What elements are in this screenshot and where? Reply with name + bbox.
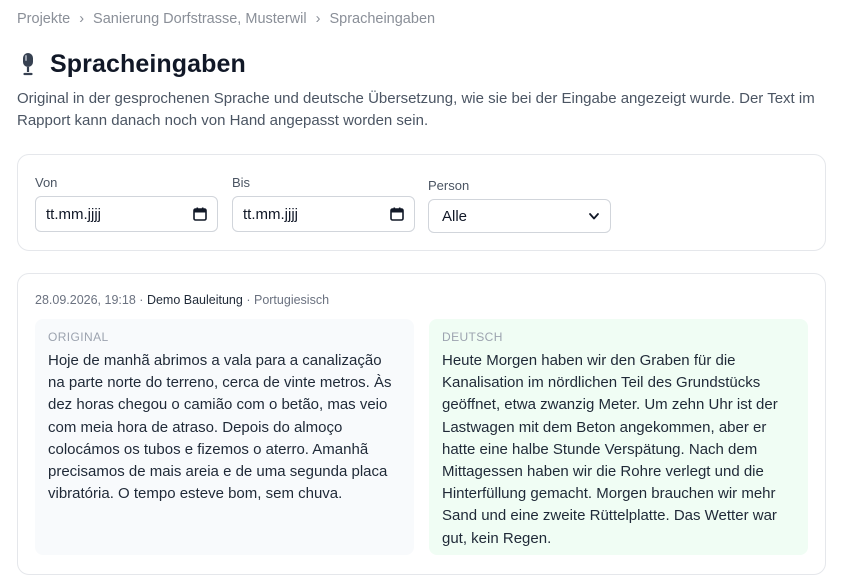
- entry-person: Demo Bauleitung: [146, 293, 243, 307]
- from-date-input[interactable]: tt.mm.jjjj: [35, 196, 218, 232]
- original-label: ORIGINAL: [48, 330, 109, 344]
- from-date-value: tt.mm.jjjj: [46, 205, 101, 223]
- breadcrumb: Projekte › Sanierung Dorfstrasse, Muster…: [17, 11, 435, 27]
- entry-timestamp: 28.09.2026, 19:18: [35, 293, 136, 307]
- entry-meta: 28.09.2026, 19:18 · Demo Bauleitung · Po…: [35, 293, 329, 307]
- meta-separator: ·: [139, 293, 144, 307]
- breadcrumb-project-link[interactable]: Sanierung Dorfstrasse, Musterwil: [93, 11, 307, 27]
- page-intro: Original in der gesprochenen Sprache und…: [17, 90, 815, 129]
- person-field: Person: [428, 178, 469, 193]
- person-select[interactable]: Alle: [428, 199, 611, 233]
- person-label: Person: [428, 178, 470, 193]
- translation-label: DEUTSCH: [442, 330, 503, 344]
- from-date-label: Von: [35, 175, 58, 190]
- page-title: Spracheingaben: [50, 50, 246, 78]
- breadcrumb-projects-link[interactable]: Projekte: [17, 11, 70, 27]
- to-date-value: tt.mm.jjjj: [243, 205, 298, 223]
- microphone-icon: [23, 52, 33, 75]
- to-date-label: Bis: [232, 175, 251, 190]
- voice-entry-card: 28.09.2026, 19:18 · Demo Bauleitung · Po…: [17, 273, 826, 575]
- from-date-field: Von: [35, 175, 57, 190]
- original-text: Hoje de manhã abrimos a vala para a cana…: [48, 352, 392, 503]
- to-date-field: Bis: [232, 175, 250, 190]
- page-header: Spracheingaben: [18, 50, 246, 79]
- person-select-value: Alle: [442, 207, 468, 225]
- breadcrumb-separator: ›: [315, 11, 321, 27]
- translation-panel: DEUTSCH Heute Morgen haben wir den Grabe…: [429, 319, 808, 555]
- to-date-input[interactable]: tt.mm.jjjj: [232, 196, 415, 232]
- calendar-icon[interactable]: [390, 207, 404, 221]
- breadcrumb-current: Spracheingaben: [329, 11, 436, 27]
- filter-card: Von tt.mm.jjjj Bis tt.mm.jjjj Person All…: [17, 154, 826, 251]
- meta-separator: ·: [246, 293, 251, 307]
- translation-text: Heute Morgen haben wir den Graben für di…: [442, 352, 778, 547]
- calendar-icon[interactable]: [193, 207, 207, 221]
- chevron-down-icon: [589, 213, 599, 220]
- entry-language: Portugiesisch: [253, 293, 330, 307]
- breadcrumb-separator: ›: [79, 11, 85, 27]
- original-panel: ORIGINAL Hoje de manhã abrimos a vala pa…: [35, 319, 414, 555]
